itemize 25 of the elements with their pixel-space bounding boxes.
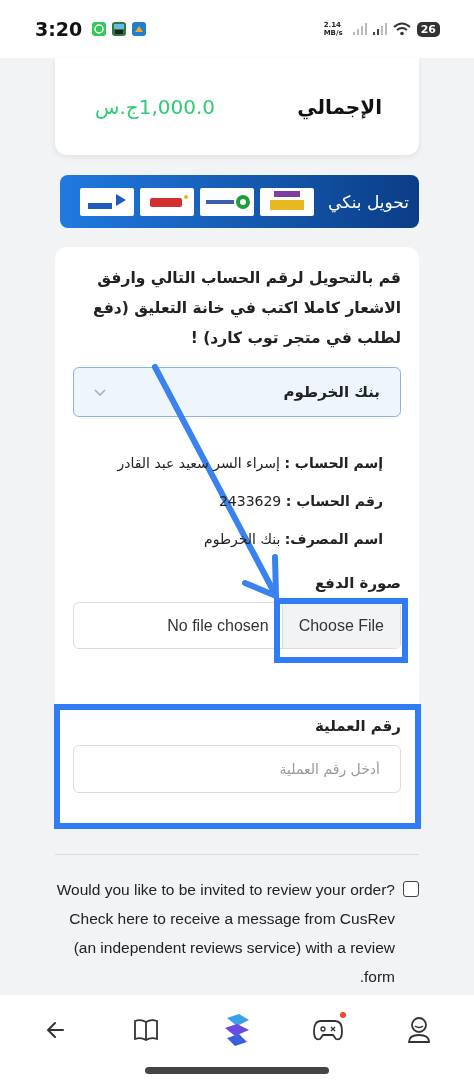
field-label: رقم العملية: [313, 717, 401, 735]
clock-time: 3:20: [35, 18, 83, 40]
app-logo-icon: [223, 1014, 251, 1046]
chevron-down-icon: [94, 388, 106, 396]
total-amount: 1,000.0ج.س: [95, 94, 216, 119]
signal-icon: [372, 23, 387, 35]
review-checkbox[interactable]: [403, 881, 419, 897]
field-label: صورة الدفع: [313, 574, 401, 592]
gamepad-icon: [312, 1018, 343, 1042]
payment-method-title: تحويل بنكي: [328, 191, 409, 212]
file-status: No file chosen: [166, 615, 270, 636]
payment-method-banner[interactable]: تحويل بنكي: [60, 175, 419, 228]
signal-icon: [352, 23, 367, 35]
choose-file-button[interactable]: Choose File: [281, 603, 400, 648]
book-icon: [134, 1018, 159, 1042]
battery-level: 26: [416, 21, 440, 37]
cloud-app-icon: [132, 22, 147, 36]
chat-app-icon: [92, 22, 107, 36]
review-invite-text: Would you like to be invited to review your order? Check here to receive a message from CusRev (an independent reviews service) with a review form.: [55, 880, 395, 987]
bank-select[interactable]: بنك الخرطوم: [73, 367, 401, 417]
profile-icon: [407, 1017, 430, 1043]
total-label: الإجمالي: [297, 94, 382, 119]
wifi-icon: [392, 22, 411, 36]
transfer-instructions: قم بالتحويل لرقم الحساب التالي وارفق الاشعار كاملا اكتب في خانة التعليق (دفع لطلب في متجر توب كارد) !: [92, 268, 401, 350]
back-icon: [44, 1019, 66, 1041]
